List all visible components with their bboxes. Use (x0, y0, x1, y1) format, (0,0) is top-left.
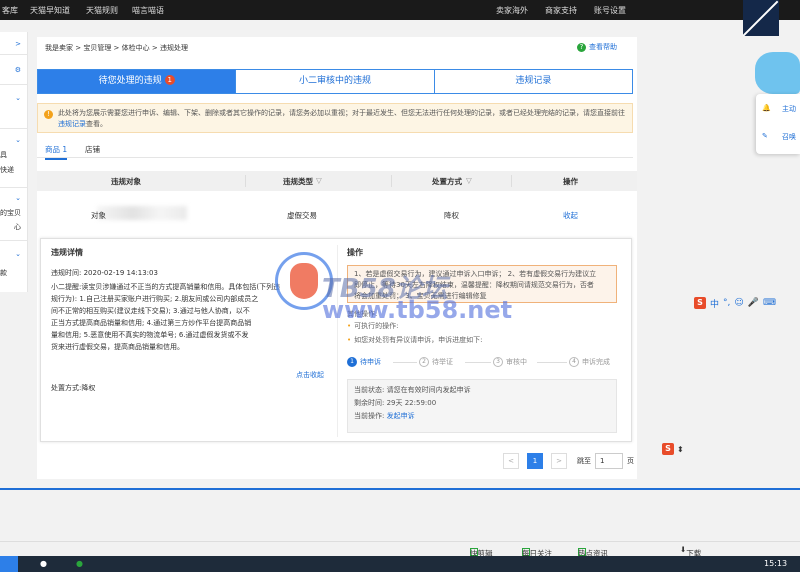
table-header: 违规对象 违规类型 ▽ 处置方式 ▽ 操作 (37, 171, 637, 191)
tab-records[interactable]: 违规记录 (433, 70, 632, 93)
notice-banner: ! 此处将为您展示需要您进行申诉、编辑、下架、删除或者其它操作的记录，请您务必加… (37, 103, 633, 133)
sidebar-item-label[interactable]: 快递 (0, 165, 14, 175)
corner-badge (743, 0, 779, 36)
app-icon[interactable]: ● (76, 559, 83, 568)
start-button[interactable] (0, 556, 18, 572)
subtabs: 商品 1 店铺 (37, 142, 633, 160)
table-row: 对象 虚假交易 降权 收起 (37, 194, 637, 234)
top-navigation-bar: 客库 天猫早知道 天猫规则 喵言喵语 卖家海外 商家支持 账号设置 (0, 0, 800, 20)
emoji-icon[interactable]: ☺ (734, 298, 743, 308)
pagination: < 1 > 跳至 1 页 (503, 453, 634, 469)
top-nav-item[interactable]: 天猫规则 (86, 5, 118, 16)
microphone-icon[interactable]: 🎤 (748, 298, 759, 308)
gear-icon[interactable]: ⚙ (15, 66, 21, 74)
start-appeal-link[interactable]: 发起申诉 (387, 412, 415, 420)
goto-label: 跳至 (577, 457, 591, 465)
top-nav-item[interactable]: 天猫早知道 (30, 5, 70, 16)
chevron-down-icon[interactable]: ⌄ (15, 194, 21, 202)
chevron-down-icon[interactable]: ⌄ (15, 250, 21, 258)
clock: 15:13 (764, 559, 788, 568)
ime-mini: S ⬍ (662, 443, 684, 455)
step-complete: 4 申诉完成 (569, 357, 610, 367)
ime-punct[interactable]: °, (723, 298, 730, 308)
step-evidence: 2 待举证 (419, 357, 453, 367)
side-panel-item[interactable]: 主动 (782, 104, 796, 114)
breadcrumb: 我是卖家 > 宝贝管理 > 体检中心 > 违规处理 (45, 44, 188, 52)
prev-page-button[interactable]: < (503, 453, 519, 469)
collapse-row-link[interactable]: 收起 (563, 210, 578, 221)
detail-title: 违规详情 (51, 248, 83, 257)
header-action: 操作 (563, 177, 578, 186)
help-label: 查看帮助 (589, 43, 617, 51)
filter-icon[interactable]: ▽ (316, 176, 322, 185)
notice-text: 此处将为您展示需要您进行申诉、编辑、下架、删除或者其它操作的记录，请您务必加以重… (58, 109, 625, 117)
collapse-link[interactable]: 点击收起 (296, 370, 324, 380)
appeal-status-box: 当前状态: 请您在有效时间内发起申诉 剩余时间: 29天 22:59:00 当前… (347, 379, 617, 433)
records-link[interactable]: 违规记录 (58, 120, 86, 128)
count-badge: 1 (164, 75, 175, 85)
chevron-down-icon[interactable]: ⌄ (15, 136, 21, 144)
header-type[interactable]: 违规类型 (283, 176, 313, 187)
sogou-icon[interactable]: S (662, 443, 674, 455)
top-nav-item[interactable]: 卖家海外 (496, 5, 528, 16)
subtab-goods[interactable]: 商品 1 (45, 144, 68, 160)
violation-tabs: 待您处理的违规 1 小二审核中的违规 违规记录 (37, 69, 633, 94)
ime-mode[interactable]: 中 (710, 297, 719, 310)
filter-icon[interactable]: ▽ (466, 176, 472, 185)
help-link[interactable]: ? 查看帮助 (577, 42, 617, 52)
blurred-thumbnail (97, 206, 187, 220)
browser-status-bar: 快剪辑 每日关注 热点资讯 ⬇ 下载 (0, 541, 800, 558)
sidebar: > ⚙ ⌄ ⌄ 具 快递 ⌄ 的宝贝 心 ⌄ 款 (0, 32, 28, 292)
top-nav-item[interactable]: 账号设置 (594, 5, 626, 16)
taskbar: ● ● 15:13 (0, 556, 800, 572)
sidebar-item-label[interactable]: 具 (0, 150, 7, 160)
top-nav-item[interactable]: 喵言喵语 (132, 5, 164, 16)
edit-icon[interactable]: ✎ (762, 132, 768, 140)
mascot-image[interactable] (755, 52, 800, 94)
tab-pending[interactable]: 待您处理的违规 1 (38, 70, 236, 93)
next-page-button[interactable]: > (551, 453, 567, 469)
main-panel: 我是卖家 > 宝贝管理 > 体检中心 > 违规处理 ? 查看帮助 待您处理的违规… (37, 37, 637, 479)
sidebar-item-label[interactable]: 的宝贝 (0, 208, 21, 218)
tab-under-review[interactable]: 小二审核中的违规 (235, 70, 434, 93)
step-reviewing: 3 审核中 (493, 357, 527, 367)
divider-line (0, 488, 800, 490)
app-icon[interactable]: ● (40, 559, 47, 568)
sidebar-item-label[interactable]: 心 (14, 222, 21, 232)
status-item[interactable]: ⬇ 下载 (680, 545, 701, 558)
disposal-method: 处置方式:降权 (51, 384, 96, 392)
appeal-note: • 如您对处罚有异议请申诉，申诉进度如下: (347, 336, 483, 344)
chevron-right-icon[interactable]: > (15, 40, 21, 48)
top-nav-item[interactable]: 商家支持 (545, 5, 577, 16)
page-unit-label: 页 (627, 457, 634, 465)
row-type: 虚假交易 (287, 211, 317, 220)
row-object[interactable]: 对象 (91, 210, 106, 221)
operation-title: 操作 (347, 248, 363, 257)
chevron-down-icon[interactable]: ⌄ (15, 94, 21, 102)
top-nav-item[interactable]: 客库 (2, 5, 18, 16)
appeal-progress-steps: 1 待申诉 2 待举证 3 审核中 4 申诉完成 (347, 357, 617, 371)
keyboard-icon[interactable]: ⌨ (763, 298, 776, 308)
floating-side-panel: 🔔 主动 ✎ 召唤 (756, 94, 800, 154)
goto-page-input[interactable]: 1 (595, 453, 623, 469)
step-pending-appeal: 1 待申诉 (347, 357, 381, 367)
sogou-icon[interactable]: S (694, 297, 706, 309)
side-panel-item[interactable]: 召唤 (782, 132, 796, 142)
page-1-button[interactable]: 1 (527, 453, 543, 469)
header-method[interactable]: 处置方式 (432, 176, 462, 187)
sidebar-item-label[interactable]: 款 (0, 268, 7, 278)
help-icon: ? (577, 42, 586, 52)
ime-toolbar: S 中 °, ☺ 🎤 ⌨ (694, 296, 800, 310)
header-object: 违规对象 (111, 177, 141, 186)
bell-icon[interactable]: 🔔 (762, 104, 771, 112)
chevron-down-icon[interactable]: ⬍ (677, 445, 684, 454)
watermark-url: www.tb58.net (322, 296, 513, 324)
subtab-shop[interactable]: 店铺 (85, 144, 100, 155)
row-method: 降权 (444, 211, 459, 220)
warning-icon: ! (44, 110, 53, 119)
notice-suffix: 查看。 (86, 120, 107, 128)
violation-time: 违规时间: 2020-02-19 14:13:03 (51, 269, 158, 277)
